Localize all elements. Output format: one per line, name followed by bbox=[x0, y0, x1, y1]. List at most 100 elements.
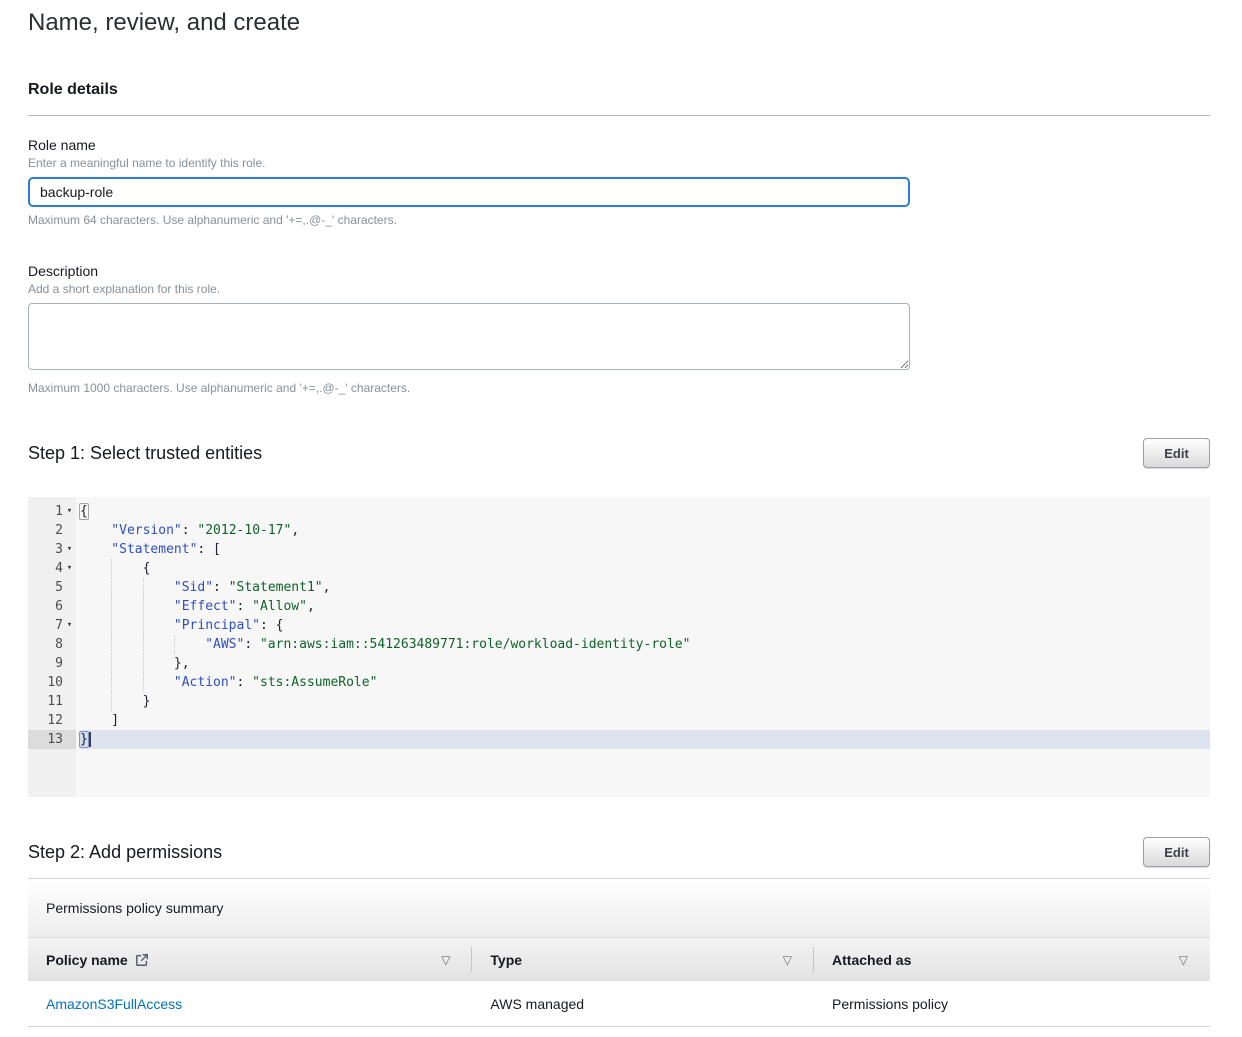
permissions-panel-title: Permissions policy summary bbox=[46, 900, 223, 916]
role-name-input[interactable] bbox=[28, 177, 910, 207]
editor-code-line[interactable]: { bbox=[80, 502, 1210, 521]
code-token: : { bbox=[260, 618, 283, 633]
indent-guide bbox=[80, 673, 111, 692]
editor-code-line[interactable]: "Effect": "Allow", bbox=[80, 597, 1210, 616]
code-token: : bbox=[182, 523, 198, 538]
indent-guide bbox=[80, 559, 111, 578]
editor-code-line[interactable]: }, bbox=[80, 654, 1210, 673]
editor-code-line[interactable]: } bbox=[80, 692, 1210, 711]
column-header-label: Attached as bbox=[832, 952, 911, 968]
editor-line-number: 5 bbox=[28, 578, 76, 597]
policy-name-cell: AmazonS3FullAccess bbox=[28, 981, 472, 1026]
editor-code-line[interactable]: { bbox=[80, 559, 1210, 578]
editor-code-line[interactable]: "Version": "2012-10-17", bbox=[80, 521, 1210, 540]
indent-guide bbox=[111, 692, 142, 711]
name-review-create-page: Name, review, and create Role details Ro… bbox=[0, 0, 1242, 1027]
editor-code-area[interactable]: {"Version": "2012-10-17","Statement": [{… bbox=[76, 497, 1210, 797]
role-name-label: Role name bbox=[28, 136, 1210, 154]
editor-code-line[interactable]: "Principal": { bbox=[80, 616, 1210, 635]
column-header-label: Policy name bbox=[46, 952, 128, 968]
step1-edit-button[interactable]: Edit bbox=[1143, 438, 1210, 468]
role-name-constraint: Maximum 64 characters. Use alphanumeric … bbox=[28, 213, 1210, 228]
indent-guide bbox=[80, 635, 111, 654]
section-divider bbox=[28, 115, 1210, 116]
role-details-heading: Role details bbox=[28, 80, 1210, 99]
editor-line-number: 1▾ bbox=[28, 502, 76, 521]
code-token: "arn:aws:iam::541263489771:role/workload… bbox=[260, 637, 690, 652]
code-token: "sts:AssumeRole" bbox=[252, 675, 377, 690]
editor-line-number: 10 bbox=[28, 673, 76, 692]
text-cursor bbox=[89, 732, 91, 747]
description-help: Add a short explanation for this role. bbox=[28, 282, 1210, 297]
indent-guide bbox=[80, 521, 111, 540]
code-token: "Statement1" bbox=[229, 580, 323, 595]
fold-toggle-icon[interactable]: ▾ bbox=[63, 559, 76, 578]
description-constraint: Maximum 1000 characters. Use alphanumeri… bbox=[28, 381, 1210, 396]
code-token: , bbox=[307, 599, 315, 614]
indent-guide bbox=[80, 616, 111, 635]
column-header-policy-name[interactable]: Policy name▽ bbox=[28, 938, 472, 981]
step2-heading: Step 2: Add permissions bbox=[28, 840, 222, 864]
editor-line-number: 11 bbox=[28, 692, 76, 711]
role-name-field: Role name Enter a meaningful name to ide… bbox=[28, 136, 1210, 228]
step1-heading: Step 1: Select trusted entities bbox=[28, 441, 262, 465]
indent-guide bbox=[143, 635, 174, 654]
description-textarea[interactable] bbox=[28, 303, 910, 370]
step2-edit-button[interactable]: Edit bbox=[1143, 837, 1210, 867]
editor-code-line[interactable]: "Sid": "Statement1", bbox=[80, 578, 1210, 597]
indent-guide bbox=[111, 673, 142, 692]
indent-guide bbox=[174, 635, 205, 654]
indent-guide bbox=[80, 540, 111, 559]
code-token: } bbox=[143, 694, 151, 709]
editor-line-number: 9 bbox=[28, 654, 76, 673]
attached-as-cell: Permissions policy bbox=[814, 981, 1210, 1026]
code-token: "Sid" bbox=[174, 580, 213, 595]
code-token: "2012-10-17" bbox=[197, 523, 291, 538]
indent-guide bbox=[80, 692, 111, 711]
description-label: Description bbox=[28, 262, 1210, 280]
column-header-label: Type bbox=[490, 952, 522, 968]
code-token: "Effect" bbox=[174, 599, 237, 614]
editor-code-line[interactable]: "AWS": "arn:aws:iam::541263489771:role/w… bbox=[80, 635, 1210, 654]
fold-toggle-icon[interactable]: ▾ bbox=[63, 616, 76, 635]
editor-line-number: 7▾ bbox=[28, 616, 76, 635]
indent-guide bbox=[111, 559, 142, 578]
code-token: ] bbox=[111, 713, 119, 728]
code-token: "Allow" bbox=[252, 599, 307, 614]
external-link-icon bbox=[135, 953, 149, 967]
editor-line-number: 13 bbox=[28, 730, 76, 749]
fold-toggle-icon[interactable]: ▾ bbox=[63, 540, 76, 559]
editor-code-line[interactable]: } bbox=[80, 730, 1210, 749]
editor-line-number: 3▾ bbox=[28, 540, 76, 559]
code-token: "Action" bbox=[174, 675, 237, 690]
editor-line-number: 4▾ bbox=[28, 559, 76, 578]
code-token: : bbox=[244, 637, 260, 652]
editor-code-line[interactable]: ] bbox=[80, 711, 1210, 730]
fold-toggle-icon[interactable]: ▾ bbox=[63, 502, 76, 521]
editor-line-number: 12 bbox=[28, 711, 76, 730]
permissions-summary-panel: Permissions policy summary Policy name▽T… bbox=[28, 878, 1210, 1027]
code-token: "Version" bbox=[111, 523, 181, 538]
policy-name-link[interactable]: AmazonS3FullAccess bbox=[46, 996, 182, 1012]
indent-guide bbox=[143, 616, 174, 635]
description-field: Description Add a short explanation for … bbox=[28, 262, 1210, 396]
code-token: : bbox=[237, 599, 253, 614]
code-token: } bbox=[79, 731, 89, 748]
role-name-help: Enter a meaningful name to identify this… bbox=[28, 156, 1210, 171]
editor-line-number: 2 bbox=[28, 521, 76, 540]
editor-code-line[interactable]: "Action": "sts:AssumeRole" bbox=[80, 673, 1210, 692]
code-token: : bbox=[213, 580, 229, 595]
policy-type-cell: AWS managed bbox=[472, 981, 814, 1026]
column-header-type[interactable]: Type▽ bbox=[472, 938, 814, 981]
page-title: Name, review, and create bbox=[28, 8, 1210, 38]
code-token: , bbox=[291, 523, 299, 538]
code-token: , bbox=[323, 580, 331, 595]
editor-line-number: 6 bbox=[28, 597, 76, 616]
indent-guide bbox=[143, 654, 174, 673]
indent-guide bbox=[111, 635, 142, 654]
indent-guide bbox=[143, 673, 174, 692]
indent-guide bbox=[80, 711, 111, 730]
editor-code-line[interactable]: "Statement": [ bbox=[80, 540, 1210, 559]
column-header-attached-as[interactable]: Attached as▽ bbox=[814, 938, 1210, 981]
trust-policy-editor[interactable]: 1▾23▾4▾567▾8910111213 {"Version": "2012-… bbox=[28, 497, 1210, 797]
